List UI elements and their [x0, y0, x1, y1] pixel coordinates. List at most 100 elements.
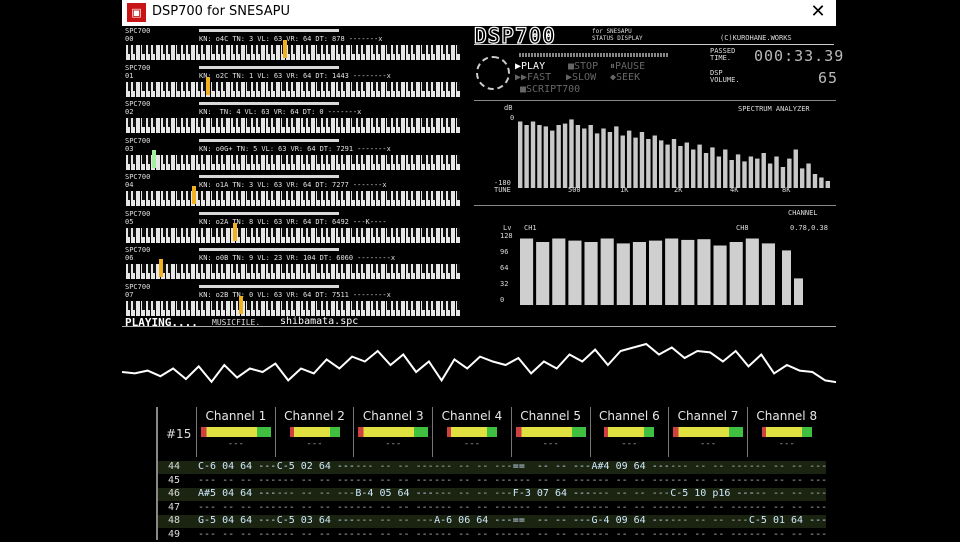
tracker-cell[interactable]: --- -- -- ---	[592, 502, 670, 513]
tracker-cell[interactable]: --- -- -- ---	[592, 488, 670, 499]
tracker-cell[interactable]: A#5 04 64 ---	[198, 488, 276, 499]
tracker-cell[interactable]: --- -- -- ---	[670, 529, 748, 540]
track-field-tail: ---K----	[352, 217, 387, 226]
spectrum-bar	[518, 121, 523, 188]
tracker-cell[interactable]: --- -- -- ---	[355, 515, 433, 526]
tracker-cell[interactable]: --- -- -- ---	[198, 475, 276, 486]
channel-column-header[interactable]: Channel 3 ---	[353, 407, 432, 457]
tracker-cell[interactable]: --- -- -- ---	[592, 475, 670, 486]
tracker-cell[interactable]: C-5 03 64 ---	[277, 515, 355, 526]
track-03[interactable]: SPC700 03 KN: o0G+ TN: 5 VL: 63 VR: 64 DT: 7291 ----…	[125, 136, 461, 172]
tracker-cell[interactable]: C-5 10 p16 ---	[670, 488, 754, 499]
channel-column-header[interactable]: Channel 6 ---	[589, 407, 669, 457]
pause-button[interactable]: ⏸PAUSE	[610, 61, 645, 72]
tracker-cell[interactable]: --- -- -- ---	[277, 475, 355, 486]
row-label: #15	[166, 427, 192, 441]
track-05[interactable]: SPC700 05 KN: o2A TN: 8 VL: 63 VR: 64 DT: 6492 ---K-…	[125, 209, 461, 245]
title-bar[interactable]: ▣ DSP700 for SNESAPU ✕	[122, 0, 836, 26]
tracker-cell[interactable]: --- -- -- ---	[355, 529, 433, 540]
channel-column-header[interactable]: Channel 4 ---	[432, 407, 511, 457]
logo-subtitle: for SNESAPU STATUS DISPLAY	[592, 28, 643, 42]
tracker-cell[interactable]: G-5 04 64 ---	[198, 515, 276, 526]
ch8-label: CH8	[736, 224, 749, 232]
tracker-cell[interactable]: --- -- -- ---	[670, 502, 748, 513]
track-00[interactable]: SPC700 00 KN: o4C TN: 3 VL: 63 VR: 64 DT: 878 ------…	[125, 26, 461, 62]
track-spc-label: SPC700	[125, 63, 151, 72]
channel-column-header[interactable]: Channel 8 ---	[746, 407, 826, 457]
track-01[interactable]: SPC700 01 KN: o2C TN: 1 VL: 63 VR: 64 DT: 1443 -----…	[125, 63, 461, 99]
track-key-marker	[192, 186, 197, 204]
channel-name: Channel 7	[677, 409, 739, 423]
tracker-cell[interactable]: == -- -- ---	[513, 461, 591, 472]
tracker-cell[interactable]: --- -- -- ---	[434, 488, 512, 499]
tracker-cell[interactable]: --- -- -- ---	[513, 502, 591, 513]
tracker-row[interactable]: 44 C-6 04 64 --- C-5 02 64 --- --- -- -- --…	[158, 461, 827, 474]
tracker-cell[interactable]: --- -- -- ---	[355, 502, 433, 513]
tracker-cell[interactable]: C-6 04 64 ---	[198, 461, 276, 472]
channel-column-header[interactable]: Channel 1 ---	[196, 407, 275, 457]
spectrum-bar	[550, 130, 555, 188]
volume-label-2: VOLUME.	[710, 76, 740, 84]
track-field-dt: DT:	[302, 108, 316, 116]
channel-divider	[474, 205, 836, 206]
channel-meter	[358, 427, 429, 437]
tracker-cell[interactable]: == -- -- ---	[513, 515, 591, 526]
tracker-cell[interactable]: --- -- -- ---	[749, 502, 827, 513]
tracker-cell[interactable]: --- -- -- ---	[434, 461, 512, 472]
play-button[interactable]: ▶PLAY	[515, 61, 545, 72]
tracker-cell[interactable]: --- -- -- ---	[277, 488, 355, 499]
tracker-row[interactable]: 45 --- -- -- --- --- -- -- --- --- -- -- --…	[158, 474, 827, 488]
close-button[interactable]: ✕	[800, 0, 836, 26]
tracker-cell[interactable]: --- -- -- ---	[670, 475, 748, 486]
tracker-cell[interactable]: --- -- -- ---	[749, 461, 827, 472]
tracker-cell[interactable]: --- -- -- ---	[513, 529, 591, 540]
script700-button[interactable]: ■SCRIPT700	[520, 84, 580, 95]
track-04[interactable]: SPC700 04 KN: o1A TN: 3 VL: 63 VR: 64 DT: 7277 -----…	[125, 172, 461, 208]
tracker-cell[interactable]: --- -- -- ---	[277, 529, 355, 540]
tracker-cell[interactable]: --- -- -- ---	[355, 461, 433, 472]
tracker-cell[interactable]: C-5 02 64 ---	[277, 461, 355, 472]
tracker-cell[interactable]: G-4 09 64 ---	[592, 515, 670, 526]
tracker-cell[interactable]: --- -- -- ---	[749, 529, 827, 540]
track-volume-bar	[199, 65, 339, 69]
seek-button[interactable]: ◆SEEK	[610, 72, 640, 83]
tracker-cell[interactable]: --- -- -- ---	[434, 529, 512, 540]
spectrum-bar	[665, 144, 670, 188]
tracker-cell[interactable]: --- -- -- ---	[434, 502, 512, 513]
tracker-cell[interactable]: --- -- -- ---	[434, 475, 512, 486]
tracker-cell[interactable]: C-5 01 64 ---	[749, 515, 827, 526]
channel-column-header[interactable]: Channel 5 ---	[510, 407, 590, 457]
channel-level-bar	[600, 238, 614, 305]
tracker-row[interactable]: 48 G-5 04 64 --- C-5 03 64 --- --- -- -- --…	[158, 515, 827, 528]
tracker-cell[interactable]: F-3 07 64 ---	[513, 488, 591, 499]
track-field-vlv: 63	[273, 71, 283, 80]
tracker-cell[interactable]: A-6 06 64 ---	[434, 515, 512, 526]
channel-column-header[interactable]: Channel 2 ---	[274, 407, 354, 457]
tracker-cell[interactable]: --- -- -- ---	[670, 461, 748, 472]
track-07[interactable]: SPC700 07 KN: o2B TN: 0 VL: 63 VR: 64 DT: 7511 -----…	[125, 282, 461, 318]
tracker-cell[interactable]: --- -- -- ---	[749, 488, 827, 499]
tracker-cell[interactable]: --- -- -- ---	[592, 529, 670, 540]
tracker-cell[interactable]: A#4 09 64 ---	[592, 461, 670, 472]
fast-button[interactable]: ▶▶FAST	[515, 72, 551, 83]
slow-button[interactable]: ▶SLOW	[566, 72, 596, 83]
tracker-cell[interactable]: --- -- -- ---	[670, 515, 748, 526]
header-divider	[474, 44, 834, 45]
tracker-cell[interactable]: B-4 05 64 ---	[355, 488, 433, 499]
channel-name: Channel 2	[284, 409, 345, 423]
tracker-row[interactable]: 47 --- -- -- --- --- -- -- --- --- -- -- --…	[158, 501, 827, 515]
tracker-cell[interactable]: --- -- -- ---	[198, 529, 276, 540]
tracker-cell[interactable]: --- -- -- ---	[513, 475, 591, 486]
stop-button[interactable]: ■STOP	[568, 61, 598, 72]
channel-column-header[interactable]: Channel 7 ---	[668, 407, 747, 457]
spectrum-bar	[723, 149, 728, 188]
tracker-cell[interactable]: --- -- -- ---	[198, 502, 276, 513]
tracker-row[interactable]: 46 A#5 04 64 --- --- -- -- --- B-4 05 64 --…	[158, 488, 827, 501]
track-02[interactable]: SPC700 02 KN: TN: 4 VL: 63 VR: 64 DT: 0 -------x	[125, 99, 461, 135]
playing-status: PLAYING....	[125, 316, 198, 329]
track-06[interactable]: SPC700 06 KN: o0B TN: 9 VL: 23 VR: 104 DT: 6060 ----…	[125, 245, 461, 281]
tracker-cell[interactable]: --- -- -- ---	[749, 475, 827, 486]
tracker-cell[interactable]: --- -- -- ---	[355, 475, 433, 486]
play-progress	[519, 53, 669, 57]
tracker-cell[interactable]: --- -- -- ---	[277, 502, 355, 513]
